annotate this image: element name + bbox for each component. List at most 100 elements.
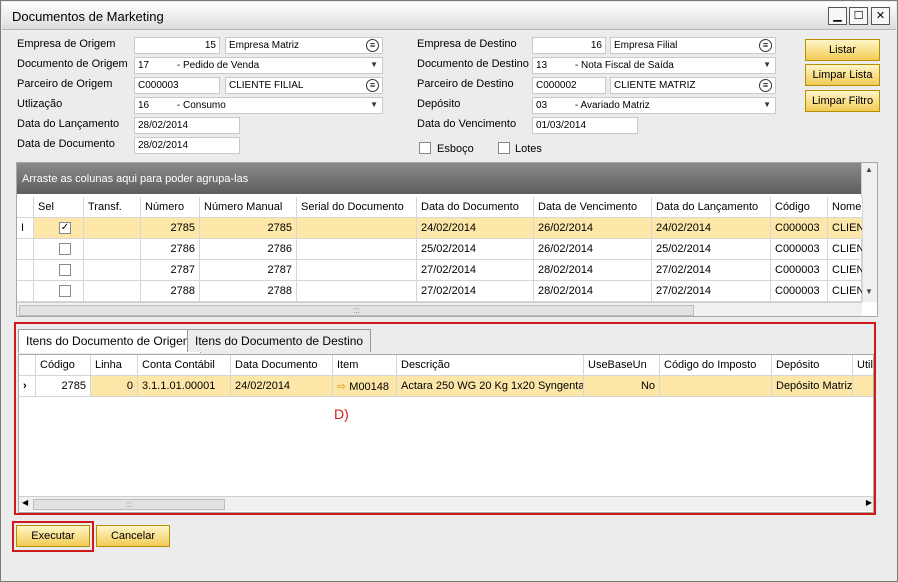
documento-origem-value: 17 - Pedido de Venda [138,60,260,71]
deposito-label: Depósito [417,98,461,110]
tab-itens-destino[interactable]: Itens do Documento de Destino [187,329,372,352]
tab-itens-origem[interactable]: Itens do Documento de Origem [18,329,201,353]
col-data-documento[interactable]: Data do Documento [417,197,534,218]
utilizacao-select[interactable]: 16 - Consumo ▼ [134,97,383,114]
documents-vertical-scrollbar[interactable]: ▲ ▼ [861,163,877,302]
scroll-down-icon[interactable]: ▼ [865,287,873,296]
listar-button[interactable]: Listar [805,39,880,61]
data-vencimento-field[interactable]: 01/03/2014 [532,117,638,134]
nome-cell: CLIENTE F [828,218,863,239]
row-indicator-header [17,197,34,218]
scroll-thumb[interactable]: ::: [19,305,694,316]
cancelar-button[interactable]: Cancelar [96,525,170,547]
serial-cell [297,260,417,281]
codigo-cell[interactable]: 2785 [36,376,91,397]
deposito-select[interactable]: 03 - Avariado Matriz ▼ [532,97,776,114]
row-indicator [17,260,34,281]
scroll-right-icon[interactable]: ▶ [866,498,872,507]
item-cell: ⇨ M00148 [333,376,397,397]
parceiro-origem-name-field[interactable]: CLIENTE FILIAL ≡ [225,77,383,94]
parceiro-destino-code-field[interactable]: C000002 [532,77,606,94]
col-data-lancamento[interactable]: Data do Lançamento [652,197,771,218]
scroll-thumb[interactable]: ::: [33,499,225,510]
empresa-destino-label: Empresa de Destino [417,38,517,50]
data-documento-field[interactable]: 28/02/2014 [134,137,240,154]
row-checkbox-checked[interactable]: ✓ [59,222,71,234]
group-by-area[interactable]: Arraste as colunas aqui para poder agrup… [17,163,862,194]
col-codigo[interactable]: Código [771,197,828,218]
sel-cell [34,281,84,302]
row-checkbox[interactable] [59,243,71,255]
choose-from-list-icon[interactable]: ≡ [366,39,379,52]
row-checkbox[interactable] [59,285,71,297]
items-horizontal-scrollbar[interactable]: ◀ ::: ▶ [19,496,873,511]
data-lancamento-field[interactable]: 28/02/2014 [134,117,240,134]
numero-cell: 2786 [141,239,200,260]
documento-origem-label: Documento de Origem [17,58,128,70]
data-vencimento-cell: 28/02/2014 [534,281,652,302]
sel-cell [34,239,84,260]
sel-cell: ✓ [34,218,84,239]
col-numero-manual[interactable]: Número Manual [200,197,297,218]
col-nome[interactable]: Nome [828,197,863,218]
row-checkbox[interactable] [59,264,71,276]
empresa-origem-code-field[interactable]: 15 [134,37,220,54]
col-data-documento[interactable]: Data Documento [231,355,333,376]
sel-cell [34,260,84,281]
chevron-down-icon: ▼ [763,100,771,109]
maximize-button[interactable]: ☐ [849,7,868,25]
link-arrow-icon[interactable]: ⇨ [337,381,346,393]
data-lancamento-cell: 24/02/2014 [652,218,771,239]
col-serial-documento[interactable]: Serial do Documento [297,197,417,218]
row-indicator-header [19,355,36,376]
col-usebaseun[interactable]: UseBaseUn [584,355,660,376]
nome-cell: CLIENTE F [828,239,863,260]
row-indicator-cursor: I [17,218,34,239]
col-utilizacao[interactable]: Utili [853,355,873,376]
empresa-destino-code-field[interactable]: 16 [532,37,606,54]
documents-grid: Arraste as colunas aqui para poder agrup… [16,162,878,317]
close-button[interactable]: ✕ [871,7,890,25]
utilizacao-label: Utlização [17,98,63,110]
codigo-cell: C000003 [771,281,828,302]
data-lancamento-cell: 25/02/2014 [652,239,771,260]
data-lancamento-cell: 27/02/2014 [652,260,771,281]
choose-from-list-icon[interactable]: ≡ [366,79,379,92]
choose-from-list-icon[interactable]: ≡ [759,39,772,52]
chevron-down-icon: ▼ [370,100,378,109]
col-codigo-imposto[interactable]: Código do Imposto [660,355,772,376]
empresa-destino-name-field[interactable]: Empresa Filial ≡ [610,37,776,54]
documento-destino-select[interactable]: 13 - Nota Fiscal de Saída ▼ [532,57,776,74]
lotes-checkbox[interactable] [498,142,510,154]
numero-manual-cell: 2787 [200,260,297,281]
usebaseun-cell: No [584,376,660,397]
scroll-left-icon[interactable]: ◀ [22,498,28,507]
annotation-label-d: D) [334,406,349,422]
scroll-up-icon[interactable]: ▲ [865,165,873,174]
minimize-button[interactable]: ▁ [828,7,847,25]
col-linha[interactable]: Linha [91,355,138,376]
chevron-down-icon: ▼ [763,60,771,69]
choose-from-list-icon[interactable]: ≡ [759,79,772,92]
serial-cell [297,281,417,302]
data-documento-cell: 25/02/2014 [417,239,534,260]
executar-button[interactable]: Executar [16,525,90,547]
col-conta-contabil[interactable]: Conta Contábil [138,355,231,376]
col-sel[interactable]: Sel [34,197,84,218]
col-codigo[interactable]: Código [36,355,91,376]
col-item[interactable]: Item [333,355,397,376]
esboco-checkbox[interactable] [419,142,431,154]
documents-horizontal-scrollbar[interactable]: ::: [17,302,862,316]
empresa-origem-name-field[interactable]: Empresa Matriz ≡ [225,37,383,54]
col-deposito[interactable]: Depósito [772,355,853,376]
col-data-vencimento[interactable]: Data de Vencimento [534,197,652,218]
col-descricao[interactable]: Descrição [397,355,584,376]
parceiro-destino-name-field[interactable]: CLIENTE MATRIZ ≡ [610,77,776,94]
limpar-filtro-button[interactable]: Limpar Filtro [805,90,880,112]
col-transf[interactable]: Transf. [84,197,141,218]
numero-manual-cell: 2786 [200,239,297,260]
col-numero[interactable]: Número [141,197,200,218]
parceiro-origem-code-field[interactable]: C000003 [134,77,220,94]
documento-origem-select[interactable]: 17 - Pedido de Venda ▼ [134,57,383,74]
limpar-lista-button[interactable]: Limpar Lista [805,64,880,86]
